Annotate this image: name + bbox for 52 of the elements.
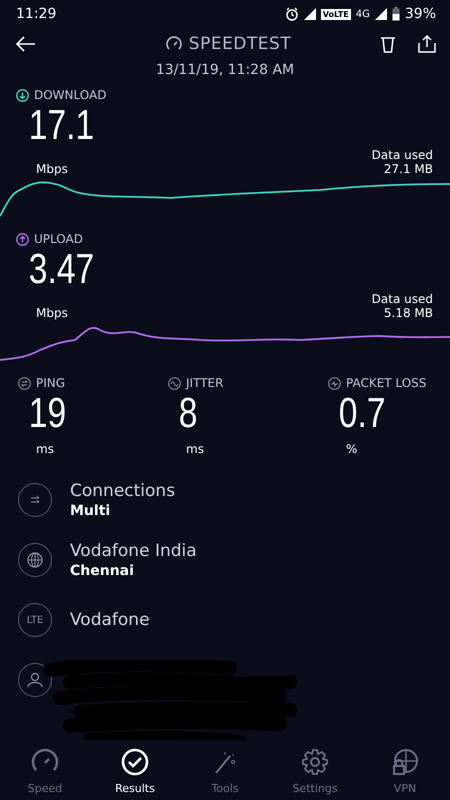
signal-icon	[304, 8, 316, 20]
globe-icon	[18, 543, 52, 577]
unit-label: Mbps	[36, 306, 68, 320]
app-title: SPEEDTEST	[188, 34, 292, 54]
section-label: UPLOAD	[34, 232, 83, 246]
detail-title: Connections	[70, 481, 176, 501]
nav-tab[interactable]: Speed	[0, 740, 90, 800]
jitter-icon	[168, 376, 181, 390]
metric-label: JITTER	[186, 376, 224, 390]
packet-loss-icon	[328, 376, 341, 390]
check-circle-icon	[121, 748, 149, 776]
back-arrow-icon[interactable]	[16, 36, 36, 52]
data-used-label: Data used	[372, 292, 433, 306]
lte-icon: LTE	[18, 603, 52, 637]
speed-value: 3.47	[28, 246, 94, 292]
person-icon	[18, 663, 52, 697]
test-date: 13/11/19, 11:28 AM	[154, 62, 296, 78]
arrows-icon	[18, 483, 52, 517]
nav-tab[interactable]: Results	[90, 740, 180, 800]
unit-label: %	[345, 442, 358, 456]
data-used-value: 27.1 MB	[384, 162, 433, 176]
detail-title: Vodafone	[70, 610, 150, 630]
ping-icon	[18, 376, 31, 390]
nav-tab[interactable]: VPN	[360, 740, 450, 800]
nav-tab[interactable]: Settings	[270, 740, 360, 800]
share-icon[interactable]	[418, 35, 436, 53]
metric-value: 0.7	[338, 390, 386, 436]
data-used-value: 5.18 MB	[384, 306, 433, 320]
data-used-label: Data used	[372, 148, 433, 162]
detail-subtitle: Multi	[70, 503, 112, 519]
section-label: DOWNLOAD	[34, 88, 106, 102]
settings-icon	[301, 748, 329, 776]
metric-value: 19	[28, 390, 66, 436]
detail-subtitle: Chennai	[70, 563, 135, 579]
alarm-icon	[284, 7, 299, 21]
network-type: 4G	[356, 8, 370, 20]
unit-label: ms	[35, 442, 55, 456]
volte-badge: VoLTE	[320, 8, 351, 20]
metric-label: PING	[36, 376, 66, 390]
signal-icon	[374, 8, 387, 20]
clock-time: 11:29	[16, 6, 56, 22]
speed-value: 17.1	[28, 102, 94, 148]
battery-percent: 39%	[404, 6, 436, 22]
metric-value: 8	[178, 390, 198, 436]
detail-title: Vodafone India	[70, 541, 197, 561]
trash-icon[interactable]	[380, 35, 396, 53]
unit-label: ms	[185, 442, 205, 456]
metric-label: PACKET LOSS	[346, 376, 426, 390]
battery-icon	[392, 7, 400, 21]
nav-tab[interactable]: Tools	[180, 740, 270, 800]
unit-label: Mbps	[36, 162, 68, 176]
globe-lock-icon	[391, 748, 419, 776]
